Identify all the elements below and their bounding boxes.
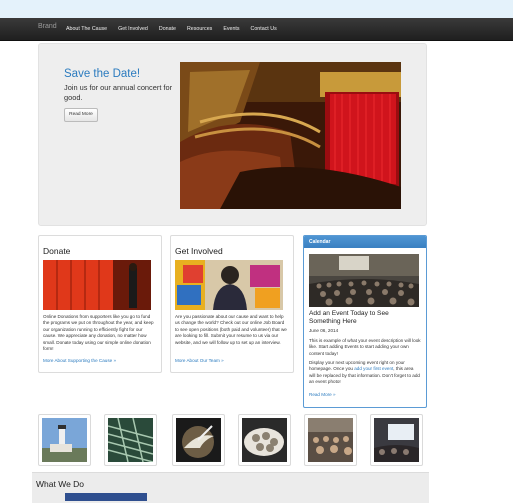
calendar-event-title[interactable]: Add an Event Today to See Something Here [309, 310, 421, 326]
nav-links: About The Cause Get Involved Donate Reso… [66, 26, 277, 32]
get-involved-photo [175, 260, 283, 310]
what-we-do-section: What We Do [32, 472, 429, 503]
donate-text: Online Donations from supporters like yo… [43, 314, 154, 352]
calendar-panel: Calendar Add an Event Today to See Somet… [303, 235, 427, 408]
gallery-thumb-presentation[interactable] [370, 414, 423, 466]
hero-title: Save the Date! [64, 68, 141, 80]
nav-link-get-involved[interactable]: Get Involved [118, 26, 148, 32]
gallery-thumb-lighthouse[interactable] [38, 414, 91, 466]
nav-link-about[interactable]: About The Cause [66, 26, 107, 32]
donate-title: Donate [43, 246, 71, 256]
dish-photo [242, 418, 287, 462]
calendar-event-photo [309, 254, 419, 307]
nav-link-events[interactable]: Events [223, 26, 239, 32]
hero-text: Join us for our annual concert for good. [64, 83, 173, 102]
donate-panel: Donate Online Donations from supporters … [38, 235, 162, 373]
get-involved-panel: Get Involved Are you passionate about ou… [170, 235, 294, 373]
nav-link-resources[interactable]: Resources [187, 26, 212, 32]
get-involved-more-link[interactable]: More About Our Team » [175, 358, 224, 363]
gallery-thumb-bird[interactable] [172, 414, 225, 466]
what-we-do-image [65, 493, 147, 501]
concert-hall-photo [180, 62, 401, 209]
audience-photo [308, 418, 353, 462]
calendar-event-text-2: Display your next upcoming event right o… [309, 360, 421, 386]
gallery-thumb-dish[interactable] [238, 414, 291, 466]
calendar-event-date: June 06, 2014 [309, 328, 339, 333]
bird-photo [176, 418, 221, 462]
brand-link[interactable]: Brand [38, 23, 57, 30]
get-involved-title: Get Involved [175, 246, 223, 256]
get-involved-text: Are you passionate about our cause and w… [175, 314, 287, 345]
what-we-do-title: What We Do [36, 479, 85, 489]
browser-top-strip [0, 0, 513, 18]
donate-more-link[interactable]: More About Supporting the Cause » [43, 358, 116, 363]
presentation-photo [374, 418, 419, 462]
top-navbar: Brand About The Cause Get Involved Donat… [0, 18, 513, 41]
hero-read-more-button[interactable]: Read More [64, 108, 98, 122]
donate-lockers-photo [43, 260, 151, 310]
gallery-thumb-audience[interactable] [304, 414, 357, 466]
calendar-read-more-link[interactable]: Read More » [309, 392, 336, 397]
calendar-event-text: This is example of what your event descr… [309, 338, 421, 356]
lighthouse-photo [42, 418, 87, 462]
nav-link-contact[interactable]: Contact Us [251, 26, 277, 32]
nav-link-donate[interactable]: Donate [159, 26, 176, 32]
circuit-board-photo [108, 418, 153, 462]
gallery-thumb-circuit[interactable] [104, 414, 157, 466]
calendar-header: Calendar [304, 236, 426, 248]
add-first-event-link[interactable]: add your first event [354, 366, 393, 371]
hero-jumbotron: Save the Date! Join us for our annual co… [38, 43, 427, 226]
calendar-header-label: Calendar [309, 239, 331, 245]
